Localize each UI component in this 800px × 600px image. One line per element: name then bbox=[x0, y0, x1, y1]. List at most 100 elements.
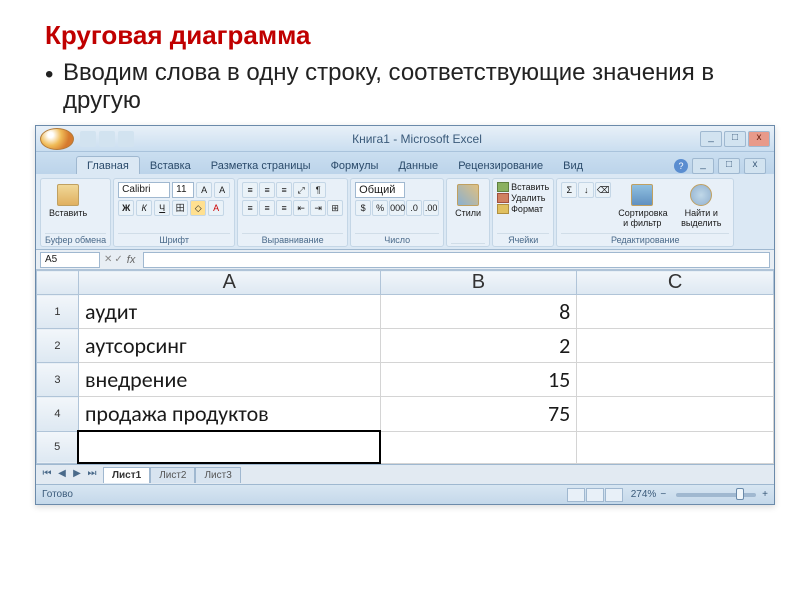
align-left-button[interactable]: ≡ bbox=[242, 200, 258, 216]
doc-close-button[interactable]: x bbox=[744, 158, 766, 174]
number-format-combo[interactable]: Общий bbox=[355, 182, 405, 198]
select-all-corner[interactable] bbox=[37, 271, 79, 295]
doc-restore-button[interactable]: □ bbox=[718, 158, 740, 174]
cell[interactable]: 75 bbox=[380, 397, 577, 432]
column-header-b[interactable]: B bbox=[380, 271, 577, 295]
styles-button[interactable]: Стили bbox=[451, 182, 485, 240]
currency-button[interactable]: $ bbox=[355, 200, 371, 216]
sheet-tab-3[interactable]: Лист3 bbox=[195, 467, 240, 483]
sheet-nav-next-icon[interactable]: ▶ bbox=[70, 468, 84, 482]
help-icon[interactable]: ? bbox=[674, 159, 688, 173]
tab-home[interactable]: Главная bbox=[76, 156, 140, 174]
increase-decimal-button[interactable]: .0 bbox=[406, 200, 422, 216]
zoom-out-button[interactable]: − bbox=[660, 489, 666, 500]
undo-icon[interactable] bbox=[99, 131, 115, 147]
align-right-button[interactable]: ≡ bbox=[276, 200, 292, 216]
spreadsheet-grid[interactable]: A B C 1 аудит 8 2 аутсорсинг 2 3 bbox=[36, 270, 774, 464]
cell[interactable] bbox=[577, 397, 774, 432]
font-size-combo[interactable]: 11 bbox=[172, 182, 194, 198]
fill-button[interactable]: ↓ bbox=[578, 182, 594, 198]
delete-cells-button[interactable]: Удалить bbox=[497, 193, 549, 203]
increase-indent-button[interactable]: ⇥ bbox=[310, 200, 326, 216]
cell[interactable] bbox=[577, 363, 774, 397]
cell[interactable]: 15 bbox=[380, 363, 577, 397]
cell-selected[interactable] bbox=[78, 431, 380, 463]
tab-formulas[interactable]: Формулы bbox=[321, 157, 389, 174]
zoom-thumb[interactable] bbox=[736, 488, 744, 500]
wrap-text-button[interactable]: ¶ bbox=[310, 182, 326, 198]
find-select-button[interactable]: Найти и выделить bbox=[673, 182, 729, 230]
close-button[interactable]: x bbox=[748, 131, 770, 147]
sheet-nav-prev-icon[interactable]: ◀ bbox=[55, 468, 69, 482]
percent-button[interactable]: % bbox=[372, 200, 388, 216]
tab-page-layout[interactable]: Разметка страницы bbox=[201, 157, 321, 174]
doc-minimize-button[interactable]: _ bbox=[692, 158, 714, 174]
decrease-indent-button[interactable]: ⇤ bbox=[293, 200, 309, 216]
cancel-formula-icon[interactable]: ✕ bbox=[104, 254, 112, 265]
autosum-button[interactable]: Σ bbox=[561, 182, 577, 198]
tab-view[interactable]: Вид bbox=[553, 157, 593, 174]
cell[interactable]: 2 bbox=[380, 329, 577, 363]
office-button[interactable] bbox=[40, 128, 74, 150]
tab-data[interactable]: Данные bbox=[388, 157, 448, 174]
cell[interactable]: аутсорсинг bbox=[78, 329, 380, 363]
sheet-nav-last-icon[interactable]: ⏭ bbox=[85, 468, 99, 482]
font-name-combo[interactable]: Calibri bbox=[118, 182, 170, 198]
align-middle-button[interactable]: ≡ bbox=[259, 182, 275, 198]
border-button[interactable]: 田 bbox=[172, 200, 188, 216]
cell[interactable] bbox=[380, 431, 577, 463]
normal-view-button[interactable] bbox=[567, 488, 585, 502]
row-header[interactable]: 2 bbox=[37, 329, 79, 363]
row-header[interactable]: 4 bbox=[37, 397, 79, 432]
column-header-c[interactable]: C bbox=[577, 271, 774, 295]
tab-insert[interactable]: Вставка bbox=[140, 157, 201, 174]
cell[interactable]: аудит bbox=[78, 295, 380, 329]
shrink-font-button[interactable]: A bbox=[214, 182, 230, 198]
comma-button[interactable]: 000 bbox=[389, 200, 405, 216]
maximize-button[interactable]: □ bbox=[724, 131, 746, 147]
row-header[interactable]: 1 bbox=[37, 295, 79, 329]
page-break-view-button[interactable] bbox=[605, 488, 623, 502]
align-top-button[interactable]: ≡ bbox=[242, 182, 258, 198]
zoom-in-button[interactable]: + bbox=[762, 489, 768, 500]
column-header-a[interactable]: A bbox=[78, 271, 380, 295]
bold-button[interactable]: Ж bbox=[118, 200, 134, 216]
clear-button[interactable]: ⌫ bbox=[595, 182, 611, 198]
page-layout-view-button[interactable] bbox=[586, 488, 604, 502]
italic-button[interactable]: К bbox=[136, 200, 152, 216]
font-color-button[interactable]: A bbox=[208, 200, 224, 216]
tab-review[interactable]: Рецензирование bbox=[448, 157, 553, 174]
row-header[interactable]: 3 bbox=[37, 363, 79, 397]
align-bottom-button[interactable]: ≡ bbox=[276, 182, 292, 198]
minimize-button[interactable]: _ bbox=[700, 131, 722, 147]
sheet-tab-1[interactable]: Лист1 bbox=[103, 467, 150, 483]
merge-button[interactable]: ⊞ bbox=[327, 200, 343, 216]
fx-icon[interactable]: fx bbox=[127, 254, 136, 266]
sheet-nav-first-icon[interactable]: ⏮ bbox=[40, 468, 54, 482]
format-cells-button[interactable]: Формат bbox=[497, 204, 549, 214]
decrease-decimal-button[interactable]: .00 bbox=[423, 200, 439, 216]
sheet-tab-2[interactable]: Лист2 bbox=[150, 467, 195, 483]
zoom-level[interactable]: 274% bbox=[631, 489, 657, 500]
enter-formula-icon[interactable]: ✓ bbox=[114, 254, 122, 265]
insert-cells-button[interactable]: Вставить bbox=[497, 182, 549, 192]
orientation-button[interactable]: ⤢ bbox=[293, 182, 309, 198]
formula-bar[interactable] bbox=[143, 252, 770, 268]
cell[interactable] bbox=[577, 431, 774, 463]
cell[interactable]: 8 bbox=[380, 295, 577, 329]
sort-filter-button[interactable]: Сортировка и фильтр bbox=[614, 182, 670, 230]
grow-font-button[interactable]: A bbox=[196, 182, 212, 198]
row-header[interactable]: 5 bbox=[37, 431, 79, 463]
redo-icon[interactable] bbox=[118, 131, 134, 147]
cell[interactable] bbox=[577, 329, 774, 363]
save-icon[interactable] bbox=[80, 131, 96, 147]
underline-button[interactable]: Ч bbox=[154, 200, 170, 216]
cell[interactable] bbox=[577, 295, 774, 329]
fill-color-button[interactable]: ◇ bbox=[190, 200, 206, 216]
cell[interactable]: внедрение bbox=[78, 363, 380, 397]
zoom-slider[interactable] bbox=[676, 493, 756, 497]
name-box[interactable]: A5 bbox=[40, 252, 100, 268]
align-center-button[interactable]: ≡ bbox=[259, 200, 275, 216]
cell[interactable]: продажа продуктов bbox=[78, 397, 380, 432]
paste-button[interactable]: Вставить bbox=[45, 182, 91, 230]
